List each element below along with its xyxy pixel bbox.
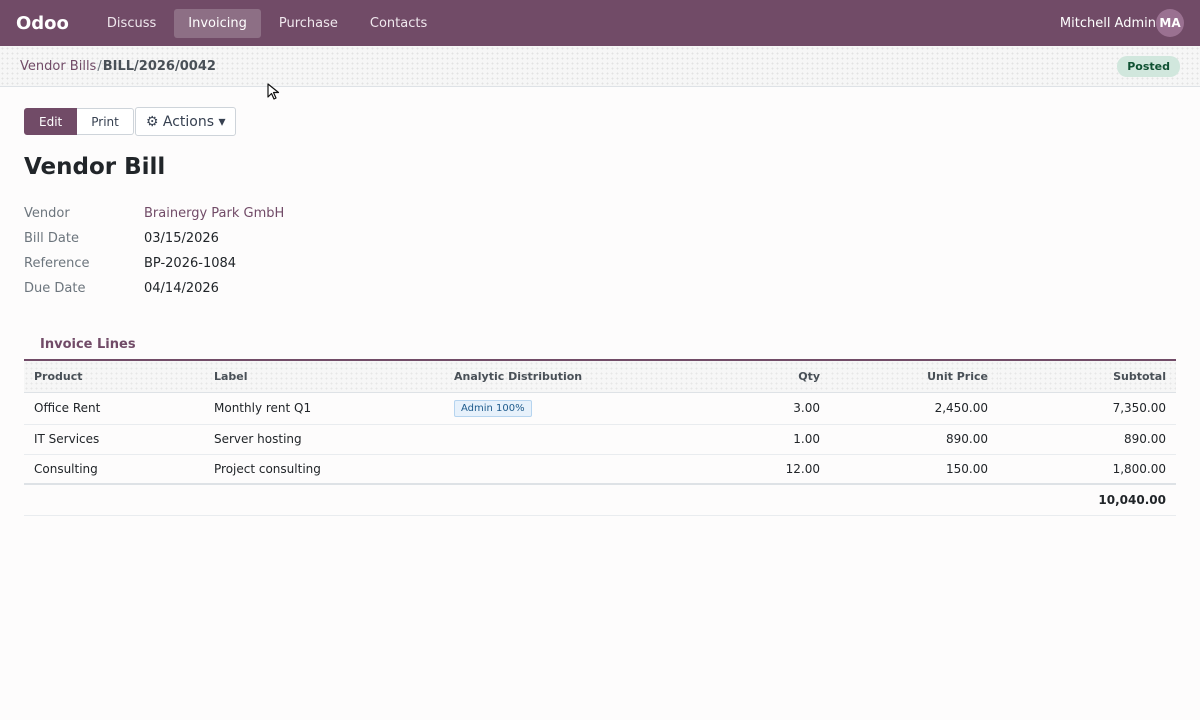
bill-fields: Vendor Brainergy Park GmbH Bill Date 03/… — [24, 201, 1176, 301]
product-cell: Consulting — [24, 454, 204, 485]
subtotal-cell: 1,800.00 — [998, 454, 1176, 485]
table-total-row: 10,040.00 — [24, 483, 1176, 516]
analytic-cell: Admin 100% — [444, 392, 704, 425]
unit-price-cell: 150.00 — [830, 454, 998, 485]
table-row[interactable]: Office Rent Monthly rent Q1 Admin 100% 3… — [24, 392, 1176, 425]
bill-date-label: Bill Date — [24, 231, 79, 246]
status-badge: Posted — [1117, 55, 1180, 77]
subtotal-cell: 7,350.00 — [998, 392, 1176, 425]
due-date-label: Due Date — [24, 281, 86, 296]
analytic-tag: Admin 100% — [454, 399, 532, 417]
column-header-subtotal[interactable]: Subtotal — [998, 361, 1176, 393]
notebook-tabs: Invoice Lines — [24, 328, 1176, 361]
label-cell: Server hosting — [204, 424, 444, 455]
field-row-reference: Reference BP-2026-1084 — [24, 251, 1176, 276]
avatar[interactable]: MA — [1156, 9, 1184, 37]
menu-purchase[interactable]: Purchase — [265, 9, 352, 38]
field-row-vendor: Vendor Brainergy Park GmbH — [24, 201, 1176, 226]
product-cell: Office Rent — [24, 392, 204, 425]
column-header-analytic[interactable]: Analytic Distribution — [444, 361, 704, 393]
edit-button[interactable]: Edit — [24, 108, 78, 135]
tab-invoice-lines[interactable]: Invoice Lines — [24, 328, 152, 361]
analytic-cell — [444, 424, 704, 455]
reference-label: Reference — [24, 256, 90, 271]
user-name[interactable]: Mitchell Admin — [1060, 16, 1156, 31]
breadcrumb-current: BILL/2026/0042 — [102, 58, 216, 74]
qty-cell: 3.00 — [704, 392, 830, 425]
form-sheet: Edit Print ⚙ Actions ▾ Vendor Bill Vendo… — [0, 107, 1200, 516]
table-row[interactable]: IT Services Server hosting 1.00 890.00 8… — [24, 424, 1176, 455]
top-navbar: Odoo Discuss Invoicing Purchase Contacts… — [0, 0, 1200, 46]
menu-invoicing[interactable]: Invoicing — [174, 8, 261, 38]
qty-cell: 1.00 — [704, 424, 830, 455]
breadcrumb-separator: / — [97, 58, 102, 74]
bill-date-value: 03/15/2026 — [144, 231, 219, 246]
menu-discuss[interactable]: Discuss — [93, 9, 170, 38]
qty-cell: 12.00 — [704, 454, 830, 485]
unit-price-cell: 890.00 — [830, 424, 998, 455]
product-cell: IT Services — [24, 424, 204, 455]
table-row[interactable]: Consulting Project consulting 12.00 150.… — [24, 454, 1176, 485]
label-cell: Project consulting — [204, 454, 444, 485]
column-header-qty[interactable]: Qty — [704, 361, 830, 393]
due-date-value: 04/14/2026 — [144, 281, 219, 296]
table-header-row: Product Label Analytic Distribution Qty … — [24, 361, 1176, 393]
subtotal-cell: 890.00 — [998, 424, 1176, 455]
vendor-label: Vendor — [24, 206, 70, 221]
total-amount: 10,040.00 — [998, 483, 1176, 516]
column-header-product[interactable]: Product — [24, 361, 204, 393]
app-logo[interactable]: Odoo — [16, 13, 69, 34]
analytic-cell — [444, 454, 704, 485]
invoice-lines-table: Product Label Analytic Distribution Qty … — [24, 361, 1176, 516]
page-title: Vendor Bill — [24, 154, 166, 180]
unit-price-cell: 2,450.00 — [830, 392, 998, 425]
control-panel: Vendor Bills / BILL/2026/0042 Posted — [0, 46, 1200, 87]
field-row-due-date: Due Date 04/14/2026 — [24, 276, 1176, 301]
column-header-label[interactable]: Label — [204, 361, 444, 393]
breadcrumb-vendor-bills-link[interactable]: Vendor Bills — [20, 59, 96, 74]
breadcrumb: Vendor Bills / BILL/2026/0042 — [20, 59, 216, 74]
label-cell: Monthly rent Q1 — [204, 392, 444, 425]
vendor-link[interactable]: Brainergy Park GmbH — [144, 206, 284, 221]
reference-value: BP-2026-1084 — [144, 256, 237, 271]
form-button-row: Edit Print ⚙ Actions ▾ — [24, 107, 1176, 136]
menu-contacts[interactable]: Contacts — [356, 9, 441, 38]
print-button[interactable]: Print — [77, 108, 134, 135]
actions-dropdown-button[interactable]: ⚙ Actions ▾ — [134, 107, 237, 136]
mouse-pointer-icon — [267, 83, 280, 100]
column-header-unit-price[interactable]: Unit Price — [830, 361, 998, 393]
field-row-bill-date: Bill Date 03/15/2026 — [24, 226, 1176, 251]
